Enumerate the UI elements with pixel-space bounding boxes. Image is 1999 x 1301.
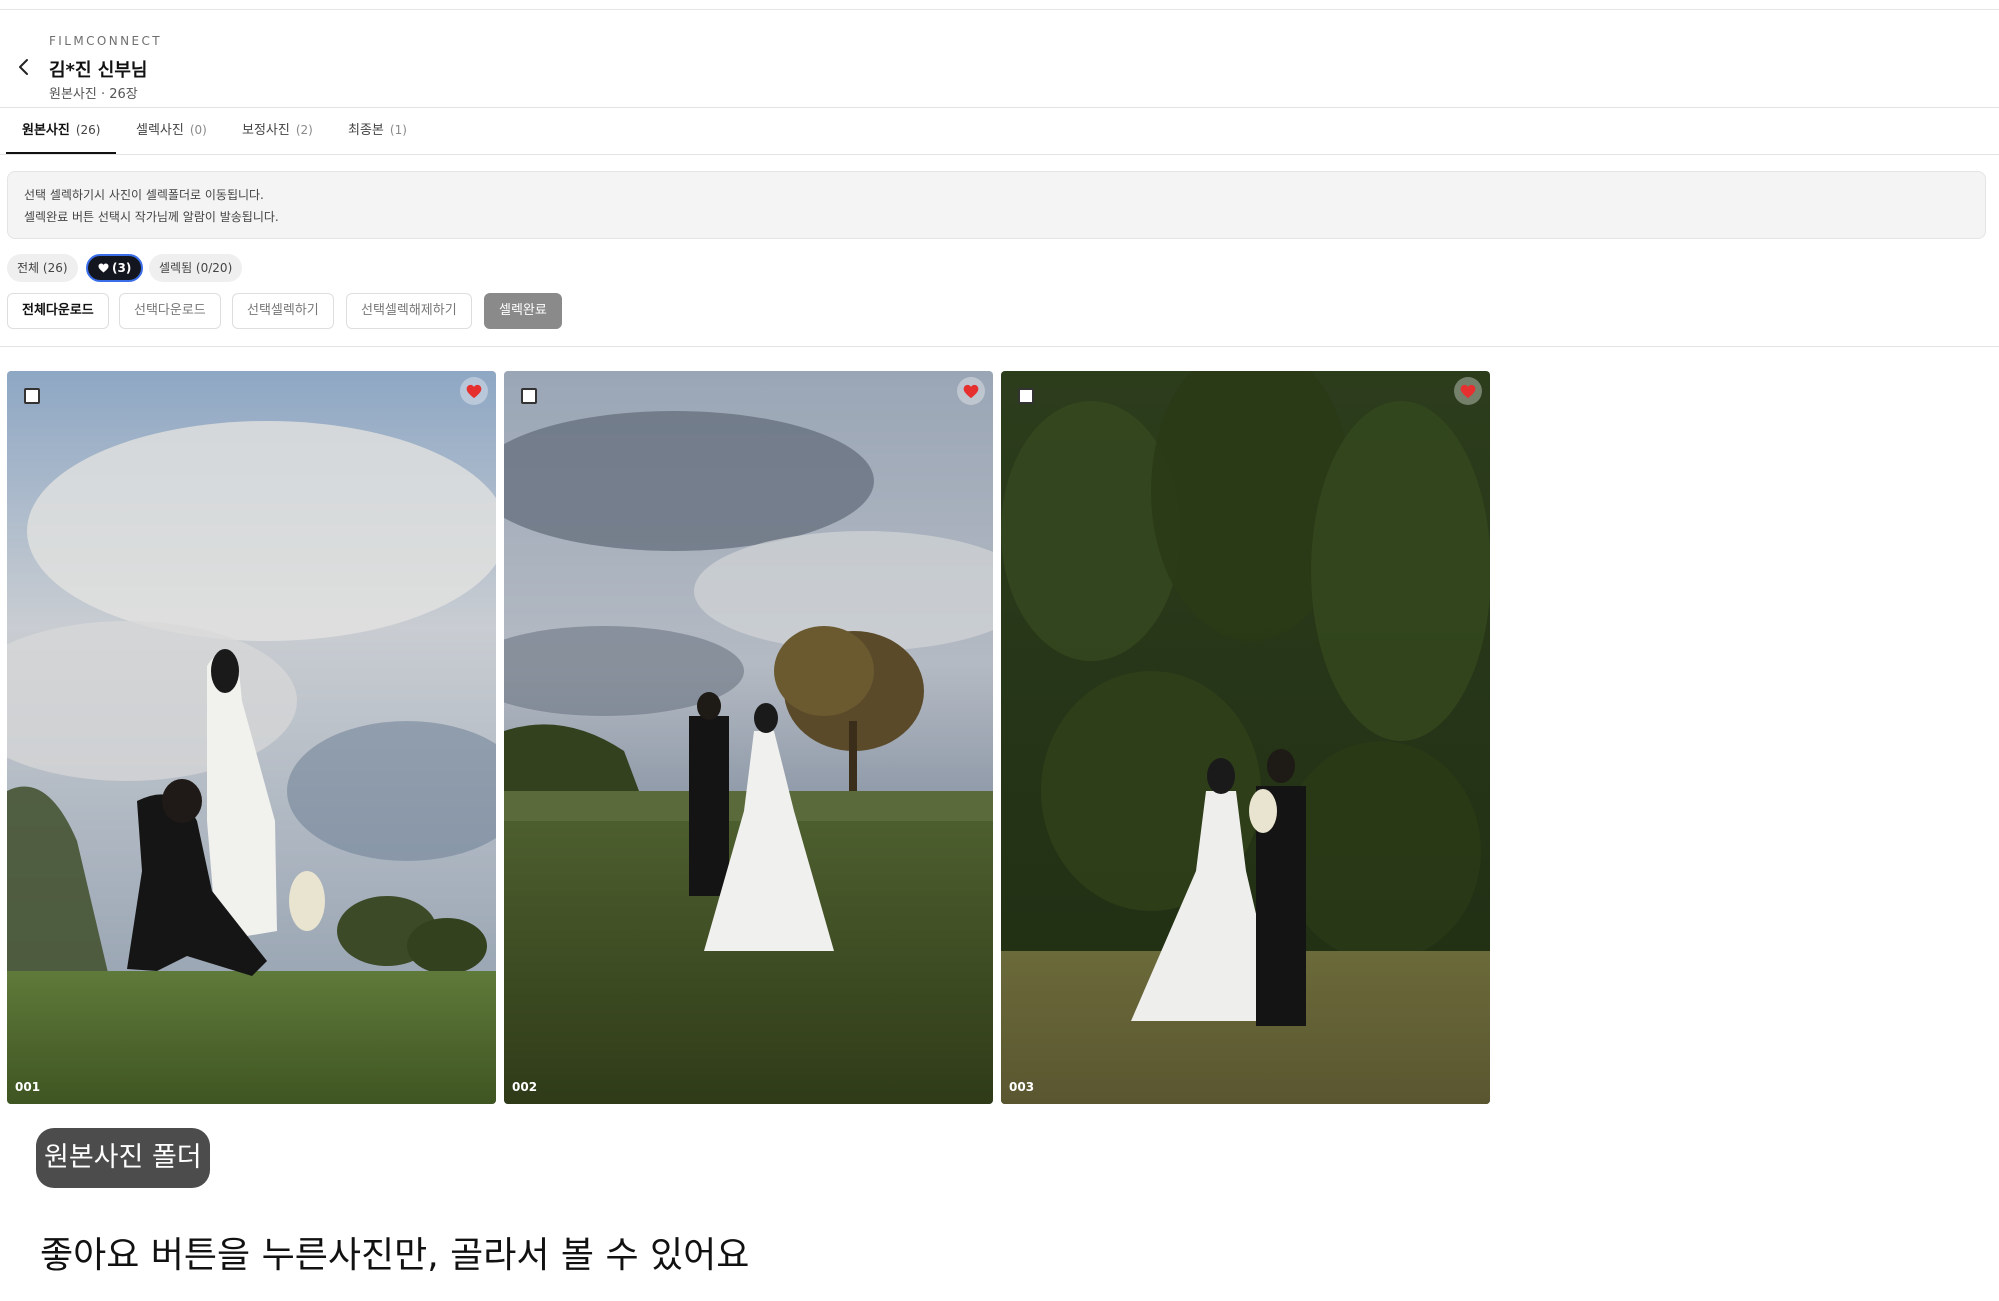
info-notice: 선택 셀렉하기시 사진이 셀렉폴더로 이동됩니다. 셀렉완료 버튼 선택시 작가… [7,171,1986,239]
heart-icon [466,384,482,398]
section-divider [0,346,1999,347]
photo-card[interactable]: 003 [1001,371,1490,1104]
photo-like-button[interactable] [1454,377,1482,405]
notice-line: 셀렉완료 버튼 선택시 작가님께 알람이 발송됩니다. [24,210,279,224]
brand-label: FILMCONNECT [49,34,162,48]
download-all-button[interactable]: 전체다운로드 [7,293,109,329]
photo-like-button[interactable] [460,377,488,405]
photo-checkbox[interactable] [521,388,537,404]
photo-card[interactable]: 002 [504,371,993,1104]
photo-card[interactable]: 001 [7,371,496,1104]
notice-line: 선택 셀렉하기시 사진이 셀렉폴더로 이동됩니다. [24,188,264,202]
tab-count: (2) [295,123,313,137]
select-done-button[interactable]: 셀렉완료 [484,293,562,329]
photo-number: 003 [1009,1080,1035,1094]
unselect-selected-button[interactable]: 선택셀렉해제하기 [346,293,472,329]
photo-like-button[interactable] [957,377,985,405]
photo-image [504,371,993,1104]
folder-tabs: 원본사진 (26) 셀렉사진 (0) 보정사진 (2) 최종본 (1) [0,108,1999,155]
tab-selected-photos[interactable]: 셀렉사진 (0) [120,108,223,154]
heart-icon [963,384,979,398]
photo-image [1001,371,1490,1104]
photo-checkbox[interactable] [24,388,40,404]
tab-final-photos[interactable]: 최종본 (1) [332,108,423,154]
page-subtitle: 원본사진 · 26장 [49,87,138,102]
heart-icon [1460,384,1476,398]
folder-label-badge: 원본사진 폴더 [36,1128,210,1188]
page-header: FILMCONNECT 김*진 신부님 원본사진 · 26장 [0,10,1999,108]
tab-count: (1) [389,123,407,137]
tab-label: 최종본 [348,123,384,138]
download-selected-button[interactable]: 선택다운로드 [119,293,221,329]
filter-all-chip[interactable]: 전체 (26) [7,254,78,282]
tab-count: (0) [189,123,207,137]
page-title: 김*진 신부님 [49,60,148,81]
heart-icon [98,263,109,273]
tab-retouched-photos[interactable]: 보정사진 (2) [226,108,329,154]
filter-liked-chip[interactable]: (3) [86,254,144,282]
feature-caption: 좋아요 버튼을 누른사진만, 골라서 볼 수 있어요 [40,1235,750,1276]
filter-liked-count: (3) [112,261,132,275]
filter-selected-chip[interactable]: 셀렉됨 (0/20) [149,254,243,282]
tab-label: 보정사진 [242,123,290,138]
tab-label: 원본사진 [22,123,70,138]
select-selected-button[interactable]: 선택셀렉하기 [232,293,334,329]
photo-number: 001 [15,1080,41,1094]
photo-number: 002 [512,1080,538,1094]
tab-original-photos[interactable]: 원본사진 (26) [6,108,117,154]
photo-image [7,371,496,1104]
tab-count: (26) [75,123,101,137]
photo-checkbox[interactable] [1018,388,1034,404]
chevron-left-icon[interactable] [14,57,34,77]
tab-label: 셀렉사진 [136,123,184,138]
